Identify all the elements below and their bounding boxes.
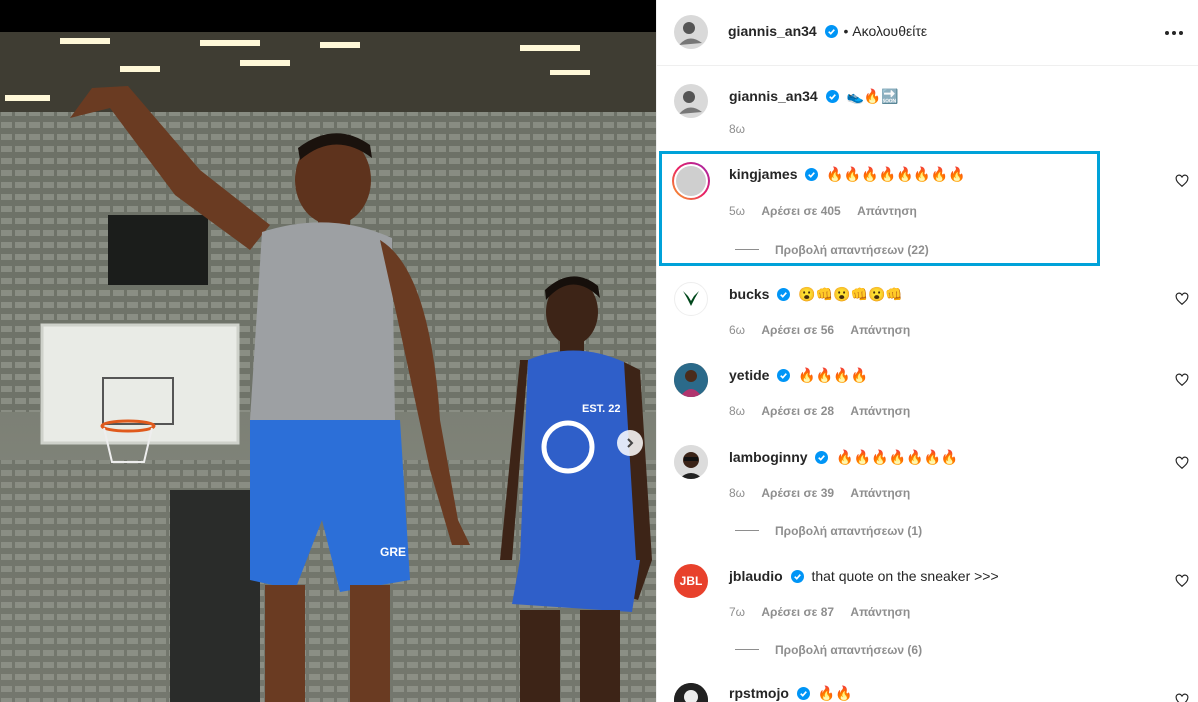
comment-likes[interactable]: Αρέσει σε 56 — [761, 323, 834, 337]
view-replies-label: Προβολή απαντήσεων (1) — [775, 524, 923, 538]
comment-text: 🔥🔥🔥🔥🔥🔥🔥 — [836, 449, 959, 465]
caption-username[interactable]: giannis_an34 — [729, 88, 818, 104]
author-avatar[interactable] — [674, 84, 708, 118]
follow-status[interactable]: • Ακολουθείτε — [843, 23, 927, 39]
commenter-avatar[interactable]: JBL — [674, 564, 708, 598]
commenter-avatar[interactable] — [674, 282, 708, 316]
verified-badge-icon — [805, 168, 819, 181]
verified-badge-icon — [790, 570, 804, 583]
reply-button[interactable]: Απάντηση — [857, 204, 917, 218]
basketball-photo: GRE EST. 22 — [0, 0, 656, 702]
post-photo: GRE EST. 22 — [0, 0, 656, 702]
caption-time: 8ω — [729, 122, 746, 136]
commenter-avatar[interactable] — [674, 363, 708, 397]
comment-text: that quote on the sneaker >>> — [811, 568, 999, 584]
reply-button[interactable]: Απάντηση — [850, 323, 910, 337]
comment-text: 🔥🔥🔥🔥 — [798, 367, 868, 383]
heart-icon[interactable] — [1175, 456, 1189, 470]
jersey-left-text: GRE — [380, 545, 406, 559]
comment-text: 😮👊😮👊😮👊 — [798, 286, 903, 302]
reply-button[interactable]: Απάντηση — [850, 486, 910, 500]
view-replies-label: Προβολή απαντήσεων (22) — [775, 243, 929, 257]
view-replies-button[interactable]: Προβολή απαντήσεων (22) — [735, 243, 929, 257]
comment-time: 8ω — [729, 404, 746, 418]
comment-time: 8ω — [729, 486, 746, 500]
view-replies-button[interactable]: Προβολή απαντήσεων (1) — [735, 524, 922, 538]
comment-username[interactable]: yetide — [729, 367, 769, 383]
comment-likes[interactable]: Αρέσει σε 39 — [761, 486, 834, 500]
reply-button[interactable]: Απάντηση — [850, 404, 910, 418]
comment-time: 5ω — [729, 204, 746, 218]
comment-username[interactable]: jblaudio — [729, 568, 783, 584]
verified-badge-icon — [825, 90, 839, 103]
comment-text: 🔥🔥🔥🔥🔥🔥🔥🔥 — [826, 166, 966, 182]
author-username[interactable]: giannis_an34 — [728, 23, 817, 39]
verified-badge-icon — [796, 687, 810, 700]
comment-time: 7ω — [729, 605, 746, 619]
heart-icon[interactable] — [1175, 574, 1189, 588]
reply-button[interactable]: Απάντηση — [850, 605, 910, 619]
comment-likes[interactable]: Αρέσει σε 405 — [761, 204, 840, 218]
commenter-avatar[interactable] — [672, 162, 710, 200]
verified-badge-icon — [815, 451, 829, 464]
heart-icon[interactable] — [1175, 373, 1189, 387]
comment-username[interactable]: rpstmojo — [729, 685, 789, 701]
comment-username[interactable]: lamboginny — [729, 449, 808, 465]
chevron-right-icon — [627, 438, 634, 448]
verified-badge-icon — [824, 25, 838, 38]
comment-time: 6ω — [729, 323, 746, 337]
verified-badge-icon — [777, 369, 791, 382]
heart-icon[interactable] — [1175, 292, 1189, 306]
comment-likes[interactable]: Αρέσει σε 28 — [761, 404, 834, 418]
heart-icon[interactable] — [1175, 693, 1189, 702]
view-replies-button[interactable]: Προβολή απαντήσεων (6) — [735, 643, 922, 657]
caption-text: 👟🔥🔜 — [846, 88, 899, 104]
heart-icon[interactable] — [1175, 174, 1189, 188]
jbl-logo-icon: JBL — [679, 574, 703, 588]
comments-panel: giannis_an34 • Ακολουθείτε giannis_an34 … — [656, 0, 1198, 702]
verified-badge-icon — [777, 288, 791, 301]
comment-username[interactable]: bucks — [729, 286, 769, 302]
commenter-avatar[interactable] — [674, 683, 708, 702]
commenter-avatar[interactable] — [674, 445, 708, 479]
next-photo-button[interactable] — [617, 430, 643, 456]
jersey-right-text: EST. 22 — [582, 403, 621, 415]
comment-username[interactable]: kingjames — [729, 166, 797, 182]
post-header: giannis_an34 • Ακολουθείτε — [657, 0, 1198, 66]
bucks-logo-icon — [683, 291, 699, 306]
comment-likes[interactable]: Αρέσει σε 87 — [761, 605, 834, 619]
more-options-icon[interactable] — [1165, 31, 1183, 35]
comment-text: 🔥🔥 — [817, 685, 853, 701]
view-replies-label: Προβολή απαντήσεων (6) — [775, 643, 923, 657]
author-avatar[interactable] — [674, 15, 708, 49]
